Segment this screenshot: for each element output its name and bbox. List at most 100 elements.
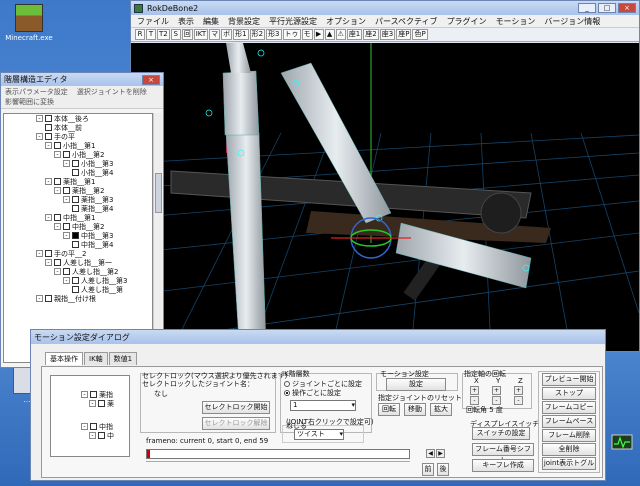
menu-item[interactable]: ファイル [137, 16, 169, 26]
reset-scale-button[interactable]: 拡大 [430, 403, 452, 416]
menu-display-params[interactable]: 表示パラメータ設定 [5, 88, 68, 96]
reset-move-button[interactable]: 移動 [404, 403, 426, 416]
tree-item[interactable]: - 中指__第3 [4, 231, 152, 240]
tree-checkbox[interactable] [45, 133, 52, 140]
toolbar-button[interactable]: 形3 [266, 29, 282, 40]
tree-item[interactable]: - 薬指__第3 [4, 195, 152, 204]
axis-y-plus[interactable]: + [492, 386, 501, 395]
toolbar-button[interactable]: 座3 [379, 29, 396, 40]
maximize-button[interactable]: □ [598, 3, 616, 13]
expand-icon[interactable]: - [36, 115, 43, 122]
tree-checkbox[interactable] [63, 151, 70, 158]
expand-icon[interactable]: - [36, 250, 43, 257]
menu-item[interactable]: モーション [496, 16, 536, 26]
list-item[interactable]: -中 [89, 431, 129, 440]
ik-option-operation[interactable]: 操作ごとに設定 [284, 388, 341, 398]
tree-checkbox[interactable] [45, 250, 52, 257]
minimize-button[interactable]: _ [578, 3, 596, 13]
menu-item[interactable]: プラグイン [447, 16, 487, 26]
list-item[interactable]: - 中指 [81, 422, 129, 431]
axis-x-minus[interactable]: - [470, 396, 479, 405]
next-frame-button[interactable]: 後 [437, 463, 449, 476]
tree-checkbox[interactable] [72, 232, 79, 239]
close-button[interactable]: × [142, 74, 160, 85]
frame-copy-button[interactable]: フレームコピー [542, 401, 596, 414]
frame-paste-button[interactable]: フレームペースト [542, 415, 596, 436]
expand-icon[interactable]: - [54, 187, 61, 194]
expand-icon[interactable]: - [36, 295, 43, 302]
motion-titlebar[interactable]: モーション設定ダイアログ [31, 330, 605, 344]
axis-z-minus[interactable]: - [514, 396, 523, 405]
frame-slider[interactable] [146, 449, 410, 459]
expand-icon[interactable]: - [45, 178, 52, 185]
ik-depth-select[interactable]: 1 ▾ [290, 400, 356, 411]
toolbar-button[interactable]: 形2 [249, 29, 266, 40]
stop-button[interactable]: ストップ [542, 387, 596, 400]
toolbar-button[interactable]: マ [209, 29, 221, 40]
tree-scrollbar[interactable] [153, 113, 162, 363]
tree-checkbox[interactable] [72, 241, 79, 248]
tree-checkbox[interactable] [54, 178, 61, 185]
axis-z-plus[interactable]: + [514, 386, 523, 395]
expand-icon[interactable]: - [54, 151, 61, 158]
toolbar-button[interactable]: R [135, 29, 145, 40]
main-titlebar[interactable]: RokDeBone2 _ □ × [131, 1, 639, 15]
tree-checkbox[interactable] [72, 286, 79, 293]
motion-set-button[interactable]: 設定 [386, 378, 446, 391]
menu-item[interactable]: 背景設定 [228, 16, 260, 26]
tree-checkbox[interactable] [72, 277, 79, 284]
keyframe-create-button[interactable]: キーフレ作成 [472, 459, 534, 472]
menu-item[interactable]: 表示 [178, 16, 194, 26]
toolbar-button[interactable]: T2 [157, 29, 170, 40]
menu-item[interactable]: 編集 [203, 16, 219, 26]
toolbar-button[interactable]: IKT [193, 29, 209, 40]
tree-item[interactable]: - 人差し指__第2 [4, 267, 152, 276]
toolbar-button[interactable]: S [170, 29, 181, 40]
tree-checkbox[interactable] [63, 223, 70, 230]
toolbar-button[interactable]: 回 [181, 29, 193, 40]
toolbar-button[interactable]: モ [301, 29, 313, 40]
expand-icon[interactable]: - [54, 223, 61, 230]
expand-icon[interactable]: - [45, 259, 52, 266]
expand-icon[interactable]: - [63, 196, 70, 203]
tree-item[interactable]: - 小指__第3 [4, 159, 152, 168]
frame-shift-button[interactable]: フレーム番号シフト [472, 443, 534, 464]
tab-numeric[interactable]: 数値1 [108, 352, 138, 365]
tree-checkbox[interactable] [54, 142, 61, 149]
axis-x-plus[interactable]: + [470, 386, 479, 395]
list-item[interactable]: - 薬指 [81, 390, 129, 399]
switch-settings-button[interactable]: スイッチの設定 [472, 427, 530, 440]
toolbar-button[interactable]: 形1 [233, 29, 249, 40]
tree-checkbox[interactable] [72, 196, 79, 203]
menu-item[interactable]: パースペクティブ [375, 16, 438, 26]
expand-icon[interactable]: - [45, 142, 52, 149]
desktop-icon-minecraft[interactable]: Minecraft.exe [2, 4, 56, 42]
list-item[interactable]: -薬 [89, 399, 129, 408]
expand-icon[interactable]: - [63, 277, 70, 284]
expand-icon[interactable]: - [54, 268, 61, 275]
prev-frame-button[interactable]: 前 [422, 463, 434, 476]
toolbar-button[interactable]: ボ [221, 29, 233, 40]
delete-all-button[interactable]: 全削除 [542, 443, 596, 456]
tree-checkbox[interactable] [54, 259, 61, 266]
selectlock-start-button[interactable]: セレクトロック開始 [202, 401, 270, 414]
toolbar-button[interactable]: 色P [412, 29, 428, 40]
menu-delete-joint[interactable]: 選択ジョイントを削除 [77, 88, 147, 96]
tree-checkbox[interactable] [72, 169, 79, 176]
tree-item[interactable]: - 人差し指__第3 [4, 276, 152, 285]
reset-rotate-button[interactable]: 回転 [378, 403, 400, 416]
monitor-icon[interactable] [610, 432, 634, 456]
tree-checkbox[interactable] [72, 160, 79, 167]
menu-item[interactable]: バージョン情報 [544, 16, 600, 26]
close-button[interactable]: × [618, 3, 636, 13]
twist-select[interactable]: ツイスト ▾ [294, 429, 344, 440]
expand-icon[interactable]: - [63, 232, 70, 239]
mini-joint-tree[interactable]: - 薬指 -薬 - 中指 -中 [50, 375, 130, 457]
menu-convert-influence[interactable]: 影響範囲に変換 [5, 98, 54, 106]
tree-item[interactable]: - 薬指__第2 [4, 186, 152, 195]
joint-titlebar[interactable]: 階層構造エディタ × [1, 73, 163, 86]
tree-item[interactable]: 本体__前 [4, 123, 152, 132]
3d-viewport[interactable] [131, 43, 639, 351]
toolbar-button[interactable]: 座P [396, 29, 412, 40]
expand-icon[interactable]: - [63, 160, 70, 167]
